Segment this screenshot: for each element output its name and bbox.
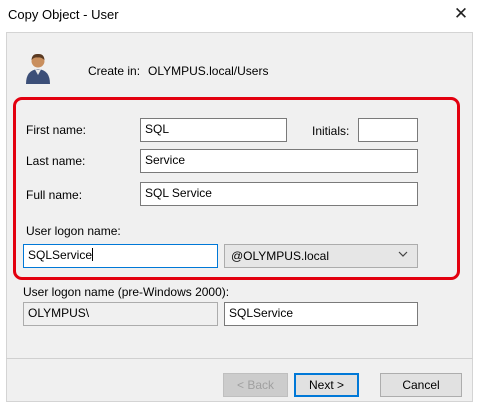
last-name-field[interactable]: Service: [140, 149, 418, 173]
next-button[interactable]: Next >: [294, 373, 359, 397]
text-caret: [92, 248, 94, 261]
pre2000-domain-field: OLYMPUS\: [23, 302, 218, 326]
last-name-label: Last name:: [26, 154, 86, 168]
close-icon[interactable]: ✕: [448, 2, 474, 26]
create-in-label: Create in:: [88, 64, 141, 78]
domain-select-value: @OLYMPUS.local: [231, 249, 329, 263]
full-name-label: Full name:: [26, 188, 83, 202]
initials-field[interactable]: [358, 118, 418, 142]
logon-name-label: User logon name:: [26, 224, 121, 238]
initials-label: Initials:: [312, 124, 350, 138]
logon-name-field[interactable]: SQLService: [23, 244, 218, 268]
create-in-value: OLYMPUS.local/Users: [148, 64, 269, 78]
first-name-field[interactable]: SQL: [140, 118, 287, 142]
full-name-field[interactable]: SQL Service: [140, 182, 418, 206]
pre2000-name-field[interactable]: SQLService: [224, 302, 418, 326]
logon-name-value: SQLService: [28, 248, 93, 262]
cancel-button[interactable]: Cancel: [380, 373, 462, 397]
back-button[interactable]: < Back: [223, 373, 288, 397]
domain-select[interactable]: @OLYMPUS.local: [224, 244, 418, 268]
window-title: Copy Object - User: [8, 7, 119, 22]
pre2000-label: User logon name (pre-Windows 2000):: [23, 285, 230, 299]
first-name-label: First name:: [26, 123, 87, 137]
title-bar: Copy Object - User ✕: [0, 0, 479, 30]
chevron-down-icon: [398, 251, 408, 257]
user-icon: [26, 53, 50, 84]
divider: [6, 358, 473, 359]
